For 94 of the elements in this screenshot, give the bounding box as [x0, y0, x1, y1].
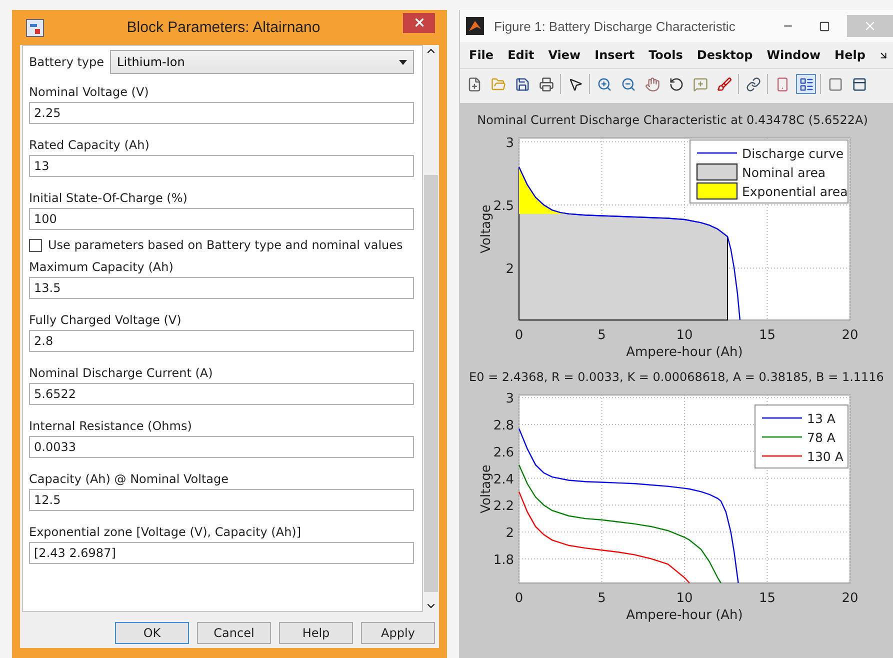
input-field[interactable]: 100 [29, 208, 414, 230]
dock-icon[interactable] [878, 50, 889, 60]
field-label: Capacity (Ah) @ Nominal Voltage [29, 471, 230, 488]
dialog-button[interactable]: Apply [361, 622, 435, 644]
menu-item[interactable]: File [462, 48, 501, 62]
maximize-icon [818, 20, 830, 32]
dialog-button[interactable]: OK [115, 622, 189, 644]
save-icon [514, 76, 530, 92]
field-label: Battery type [29, 54, 104, 71]
battery-type-dropdown[interactable]: Lithium-Ion [110, 50, 414, 74]
caret-icon [399, 60, 407, 64]
tick-label: 1.8 [493, 552, 514, 568]
field-label: Internal Resistance (Ohms) [29, 418, 193, 435]
input-field[interactable]: 12.5 [29, 489, 414, 511]
tick-label: 15 [758, 328, 776, 343]
dialog-button[interactable]: Help [279, 622, 353, 644]
chart-title: E0 = 2.4368, R = 0.0033, K = 0.00068618, A = 0.38185, B = 1.1116 [469, 370, 884, 384]
checkbox-label: Use parameters based on Battery type and nominal values [48, 238, 403, 252]
input-field[interactable]: [2.43 2.6987] [29, 542, 414, 564]
rotate-icon [668, 76, 684, 92]
tick-label: 3 [506, 392, 514, 407]
printer-icon [538, 76, 554, 92]
folder-icon [490, 76, 506, 92]
input-field[interactable]: 0.0033 [29, 436, 414, 458]
tick-label: 2.6 [493, 445, 514, 460]
close-button[interactable] [403, 12, 435, 32]
field-label: Nominal Discharge Current (A) [29, 365, 214, 382]
legend-label: Nominal area [742, 165, 826, 180]
tick-label: 0 [514, 328, 524, 343]
field-label: Fully Charged Voltage (V) [29, 312, 182, 329]
tick-label: 15 [758, 591, 776, 606]
tick-label: 20 [842, 591, 858, 606]
menu-item[interactable]: Window [760, 48, 828, 62]
scroll-thumb[interactable] [424, 175, 438, 592]
field-label: Maximum Capacity (Ah) [29, 259, 174, 276]
tick-label: 5 [598, 591, 606, 606]
data-cursor-icon [692, 76, 708, 92]
menu-item[interactable]: Help [828, 48, 872, 62]
tick-label: 2.2 [493, 499, 514, 514]
legend-label: Discharge curve [742, 146, 844, 161]
input-field[interactable]: 5.6522 [29, 383, 414, 405]
panel-icon [852, 76, 866, 92]
tick-label: 2.5 [493, 198, 514, 214]
menu-item[interactable]: Desktop [690, 48, 760, 62]
checkbox[interactable] [29, 238, 42, 252]
tick-label: 10 [676, 328, 693, 343]
window-title: Figure 1: Battery Discharge Characteristic [494, 18, 736, 34]
dialog-button[interactable]: Cancel [197, 622, 271, 644]
input-field[interactable]: 2.8 [29, 330, 414, 352]
pointer-icon [568, 76, 582, 92]
field-label: Rated Capacity (Ah) [29, 137, 150, 154]
menu-item[interactable]: Tools [642, 48, 690, 62]
menu-item[interactable]: View [541, 48, 588, 62]
axis-label: Ampere-hour (Ah) [626, 345, 743, 360]
input-field[interactable]: 13 [29, 155, 414, 177]
legend-label: Exponential area [742, 184, 848, 199]
menu-item[interactable]: Insert [588, 48, 642, 62]
legend-label: 78 A [807, 430, 836, 445]
close-icon [863, 19, 877, 33]
tick-label: 2.8 [493, 418, 514, 434]
input-field[interactable]: 2.25 [29, 102, 414, 124]
legend-icon [798, 76, 814, 92]
field-label: Exponential zone [Voltage (V), Capacity (Ah)] [29, 524, 302, 541]
chart-title: Nominal Current Discharge Characteristic at 0.43478C (5.6522A) [477, 113, 868, 127]
close-icon [412, 16, 426, 29]
tick-label: 5 [598, 328, 606, 343]
field-label: Nominal Voltage (V) [29, 84, 150, 101]
field-label: Initial State-Of-Charge (%) [29, 190, 188, 207]
axis-label: Ampere-hour (Ah) [626, 608, 743, 623]
tick-label: 2.4 [493, 472, 514, 488]
square-icon [828, 76, 842, 92]
tick-label: 3 [506, 136, 514, 151]
zoom-in-icon [596, 76, 612, 92]
tick-label: 2 [506, 262, 514, 278]
brush-icon [716, 76, 732, 92]
new-file-icon [466, 76, 482, 92]
axis-label: Voltage [479, 464, 494, 514]
colorbar-icon [774, 76, 790, 92]
axis-label: Voltage [479, 204, 494, 254]
window-title: Block Parameters: Altairnano [126, 19, 322, 36]
zoom-out-icon [620, 76, 636, 92]
tick-label: 20 [842, 328, 858, 343]
legend-label: 13 A [807, 411, 836, 426]
link-icon [746, 76, 760, 92]
tick-label: 2 [506, 526, 514, 541]
hand-icon [644, 76, 660, 92]
block-icon [26, 18, 44, 36]
tick-label: 10 [676, 591, 693, 606]
menu-item[interactable]: Edit [500, 48, 542, 62]
legend-button[interactable] [796, 74, 816, 94]
tick-label: 0 [514, 591, 524, 606]
legend-label: 130 A [807, 449, 844, 464]
app-logo-icon [466, 17, 484, 35]
input-field[interactable]: 13.5 [29, 277, 414, 299]
